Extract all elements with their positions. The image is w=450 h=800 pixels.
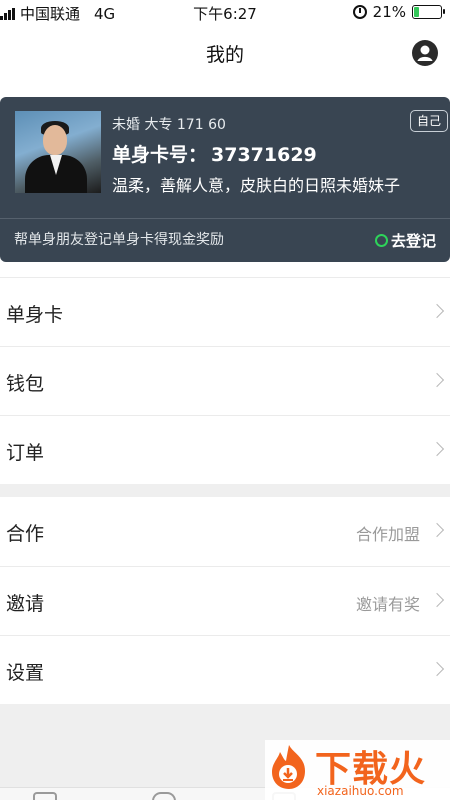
watermark-logo: 下载火 xiazaihuo.com [265,740,450,800]
battery-percent: 21% [372,3,406,21]
page-title: 我的 [205,44,244,66]
header: 我的 [0,26,450,82]
menu-item-invite[interactable]: 邀请 邀请有奖 [0,566,450,635]
menu-item-orders[interactable]: 订单 [0,415,450,484]
chevron-right-icon [429,303,445,319]
profile-description: 温柔，善解人意，皮肤白的日照未婚妹子 [112,176,401,195]
chevron-right-icon [429,372,445,388]
card-number-label: 单身卡号： [112,144,208,166]
single-card-panel[interactable]: 自己 未婚 大专 171 60 单身卡号： 37371629 温柔，善解人意，皮肤… [0,97,450,262]
menu-item-cooperation[interactable]: 合作 合作加盟 [0,497,450,566]
chevron-right-icon [429,522,445,538]
avatar[interactable] [15,111,101,193]
menu-item-single-card[interactable]: 单身卡 [0,277,450,346]
self-button[interactable]: 自己 [410,110,448,132]
card-number: 单身卡号： 37371629 [112,140,317,167]
battery-icon [412,5,445,19]
register-button[interactable]: 去登记 [374,230,436,251]
status-bar: 中国联通 4G 下午6:27 21% [0,0,450,26]
register-dot-icon [374,234,388,247]
menu-group-2: 合作 合作加盟 邀请 邀请有奖 设置 [0,497,450,704]
status-right: 21% [352,3,445,21]
watermark-url: xiazaihuo.com [317,784,404,798]
menu-item-label: 单身卡 [6,304,64,326]
menu-item-label: 邀请 [6,593,45,615]
menu-item-label: 设置 [6,662,45,684]
profile-info: 未婚 大专 171 60 [112,117,226,133]
menu-item-wallet[interactable]: 钱包 [0,346,450,415]
menu-item-label: 订单 [6,442,45,464]
menu-item-value: 合作加盟 [355,525,420,544]
menu-item-settings[interactable]: 设置 [0,635,450,704]
chevron-right-icon [429,592,445,608]
section-divider [0,484,450,497]
flame-logo-icon [272,745,305,789]
chevron-right-icon [429,661,445,677]
menu-item-value: 邀请有奖 [355,595,420,614]
tab-heart-icon[interactable] [152,792,176,800]
menu-group-1: 单身卡 钱包 订单 [0,277,450,484]
menu-item-label: 钱包 [6,373,45,395]
alarm-icon [352,5,367,19]
user-circle-icon[interactable] [412,40,438,66]
chevron-right-icon [429,441,445,457]
menu-item-label: 合作 [6,523,45,545]
register-label: 去登记 [390,232,436,250]
card-number-value: 37371629 [211,144,317,166]
battery-fill [414,7,420,17]
tab-home-icon[interactable] [33,792,57,800]
promo-text: 帮单身朋友登记单身卡得现金奖励 [14,232,224,248]
card-divider [0,218,450,219]
